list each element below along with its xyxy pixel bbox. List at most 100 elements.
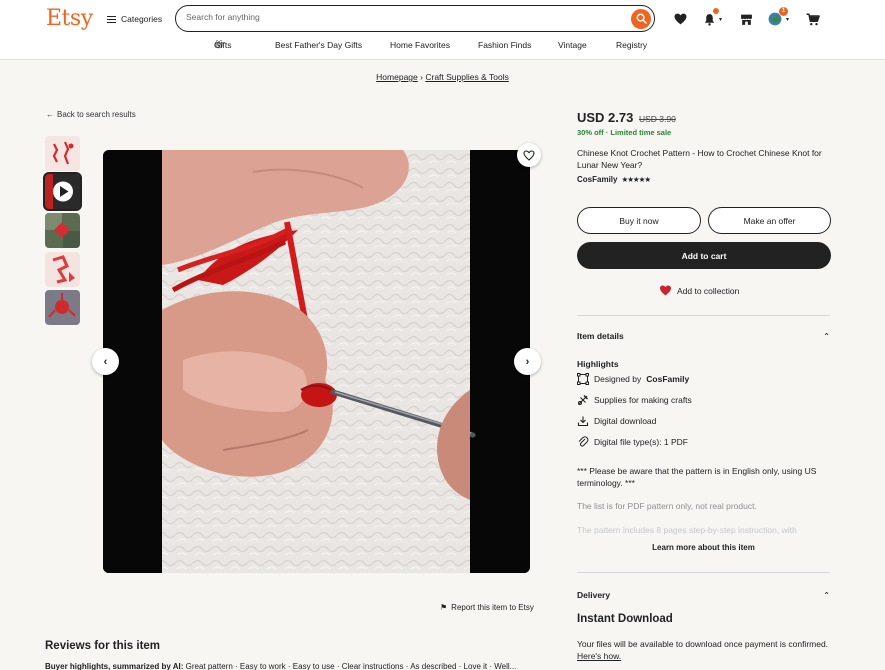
price: USD 2.73 USD 3.90: [577, 110, 676, 125]
previous-image-button[interactable]: ‹: [92, 348, 119, 375]
account-button[interactable]: 1 ▾: [765, 7, 789, 29]
shop-name-link[interactable]: CosFamily: [577, 175, 617, 184]
make-offer-button[interactable]: Make an offer: [708, 207, 831, 234]
sale-separator: ·: [605, 128, 609, 137]
listing-title: Chinese Knot Crochet Pattern - How to Cr…: [577, 148, 822, 170]
item-details-toggle[interactable]: Item details ⌃: [577, 331, 830, 341]
nav-gifts-label: Gifts: [214, 40, 232, 50]
highlight-tag[interactable]: Easy to work: [240, 662, 286, 670]
description-paragraph: *** Please be aware that the pattern is …: [577, 466, 817, 488]
notifications-button[interactable]: ▾: [699, 8, 722, 29]
cart-badge: 1: [779, 7, 788, 16]
knot-thumbnail-image: [45, 136, 80, 171]
bell-icon: [704, 13, 714, 26]
cart-icon: [806, 13, 820, 25]
breadcrumb-separator: ›: [420, 72, 423, 82]
notification-dot: [713, 8, 719, 14]
nav-registry[interactable]: Registry: [616, 40, 647, 50]
add-to-cart-button[interactable]: Add to cart: [577, 242, 831, 269]
highlight-tag[interactable]: As described: [410, 662, 456, 670]
description-paragraph: The list is for PDF pattern only, not re…: [577, 501, 757, 511]
knot-thumbnail-image: [45, 213, 80, 248]
search-icon: [636, 13, 647, 24]
heart-outline-icon: [523, 149, 535, 161]
sale-note: Limited time sale: [610, 128, 672, 137]
delivery-text: Your files will be available to download…: [577, 638, 830, 662]
sale-info: 30% off · Limited time sale: [577, 128, 671, 137]
breadcrumb-homepage[interactable]: Homepage: [376, 72, 418, 82]
designer-icon: [577, 373, 589, 385]
highlight-text: Digital download: [594, 416, 657, 426]
nav-fathers-day[interactable]: Best Father's Day Gifts: [275, 40, 362, 50]
favorites-button[interactable]: [670, 9, 690, 29]
search-input[interactable]: [186, 12, 616, 22]
product-video[interactable]: [103, 150, 530, 573]
search-bar: [175, 5, 655, 32]
buy-now-button[interactable]: Buy it now: [577, 207, 701, 234]
breadcrumb-craft-supplies[interactable]: Craft Supplies & Tools: [425, 72, 508, 82]
learn-more-button[interactable]: Learn more about this item: [577, 543, 830, 552]
craft-supplies-icon: [578, 394, 589, 405]
delivery-toggle[interactable]: Delivery ⌃: [577, 590, 830, 600]
highlight-text: Digital file type(s): 1 PDF: [594, 437, 688, 447]
breadcrumb: Homepage › Craft Supplies & Tools: [0, 72, 885, 82]
knot-thumbnail-image: [45, 252, 80, 287]
nav-vintage[interactable]: Vintage: [558, 40, 587, 50]
heart-icon: [660, 285, 671, 296]
etsy-logo[interactable]: Etsy: [46, 6, 93, 31]
highlight-supplies: Supplies for making crafts: [577, 394, 692, 406]
designer-shop-link[interactable]: CosFamily: [646, 374, 689, 384]
description-paragraph: The pattern includes 8 pages step-by-ste…: [577, 525, 797, 535]
download-icon: [577, 416, 589, 427]
categories-label: Categories: [121, 14, 163, 24]
highlight-tag[interactable]: Great pattern: [186, 662, 233, 670]
section-divider: [577, 315, 830, 316]
add-to-collection-label: Add to collection: [677, 285, 740, 296]
gallery-thumbnail[interactable]: [45, 290, 80, 325]
site-header: Etsy Categories ▾: [0, 0, 885, 60]
highlight-tag[interactable]: Clear instructions: [342, 662, 404, 670]
next-image-button[interactable]: ›: [514, 348, 541, 375]
buyer-highlights-label: Buyer highlights, summarized by AI:: [45, 662, 184, 670]
cart-button[interactable]: [803, 9, 823, 29]
heart-icon: [674, 13, 686, 25]
shop-manager-button[interactable]: [736, 9, 756, 29]
add-to-collection-button[interactable]: Add to collection: [659, 285, 739, 296]
nav-home-favorites[interactable]: Home Favorites: [390, 40, 450, 50]
highlight-tag[interactable]: Easy to use: [293, 662, 335, 670]
highlight-designer: Designed by CosFamily: [577, 373, 689, 385]
menu-icon: [107, 15, 116, 23]
highlights-heading: Highlights: [577, 359, 619, 369]
back-to-search-link[interactable]: ← Back to search results: [46, 110, 136, 119]
highlight-tag[interactable]: Well...: [494, 662, 516, 670]
heres-how-link[interactable]: Here's how.: [577, 651, 621, 661]
delivery-heading: Delivery: [577, 590, 611, 600]
back-label: Back to search results: [57, 110, 136, 119]
nav-fashion-finds[interactable]: Fashion Finds: [478, 40, 531, 50]
report-item-link[interactable]: ⚑ Report this item to Etsy: [440, 603, 534, 612]
favorite-button[interactable]: [517, 143, 541, 167]
chevron-right-icon: ›: [525, 355, 530, 368]
flag-icon: ⚑: [440, 603, 448, 612]
categories-button[interactable]: Categories: [107, 12, 162, 26]
gallery-thumbnail[interactable]: [45, 213, 80, 248]
gallery-thumbnail-video[interactable]: [43, 172, 82, 211]
delivery-description: Your files will be available to download…: [577, 639, 829, 649]
chevron-up-icon: ⌃: [823, 590, 830, 600]
gallery-thumbnail[interactable]: [45, 252, 80, 287]
star-rating: ★★★★★: [621, 175, 651, 184]
gallery-thumbnail[interactable]: [45, 136, 80, 171]
highlight-digital-download: Digital download: [577, 415, 656, 427]
category-nav: 🎁︎ Gifts Best Father's Day Gifts Home Fa…: [0, 40, 885, 54]
highlight-text: Designed by: [594, 374, 642, 384]
item-details-heading: Item details: [577, 331, 624, 341]
discount-label: 30% off: [577, 128, 604, 137]
highlight-tag[interactable]: Love it: [464, 662, 488, 670]
chevron-up-icon: ⌃: [823, 331, 830, 341]
search-button[interactable]: [631, 8, 651, 29]
current-price: USD 2.73: [577, 110, 634, 125]
buyer-highlights: Buyer highlights, summarized by AI: Grea…: [45, 662, 517, 670]
paperclip-icon: [578, 436, 589, 447]
arrow-left-icon: ←: [46, 110, 54, 119]
highlight-text: Supplies for making crafts: [594, 395, 692, 405]
